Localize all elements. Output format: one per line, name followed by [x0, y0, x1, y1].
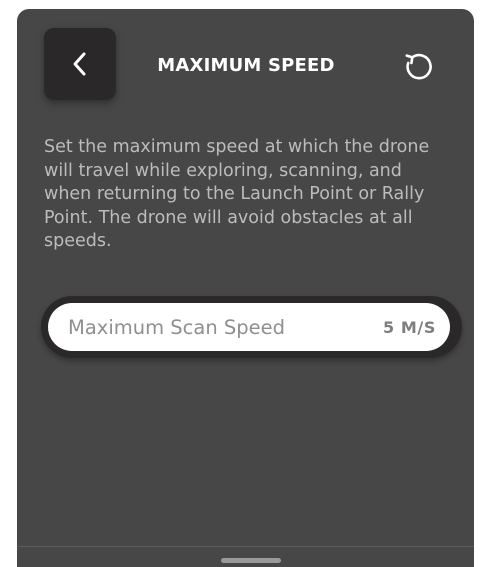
- reset-button[interactable]: [400, 47, 438, 85]
- footer-divider: [17, 546, 474, 547]
- settings-panel: MAXIMUM SPEED Set the maximum speed at w…: [17, 9, 474, 567]
- page-title: MAXIMUM SPEED: [157, 55, 335, 76]
- chevron-left-icon: [73, 52, 86, 76]
- max-scan-speed-setting[interactable]: Maximum Scan Speed 5 M/S: [41, 296, 462, 358]
- home-indicator[interactable]: [221, 558, 281, 563]
- back-button[interactable]: [44, 28, 116, 100]
- reset-icon: [405, 53, 432, 80]
- setting-value: 5 M/S: [383, 317, 436, 337]
- max-scan-speed-pill[interactable]: Maximum Scan Speed 5 M/S: [48, 303, 450, 351]
- description-text: Set the maximum speed at which the drone…: [44, 137, 430, 251]
- setting-label: Maximum Scan Speed: [68, 315, 286, 339]
